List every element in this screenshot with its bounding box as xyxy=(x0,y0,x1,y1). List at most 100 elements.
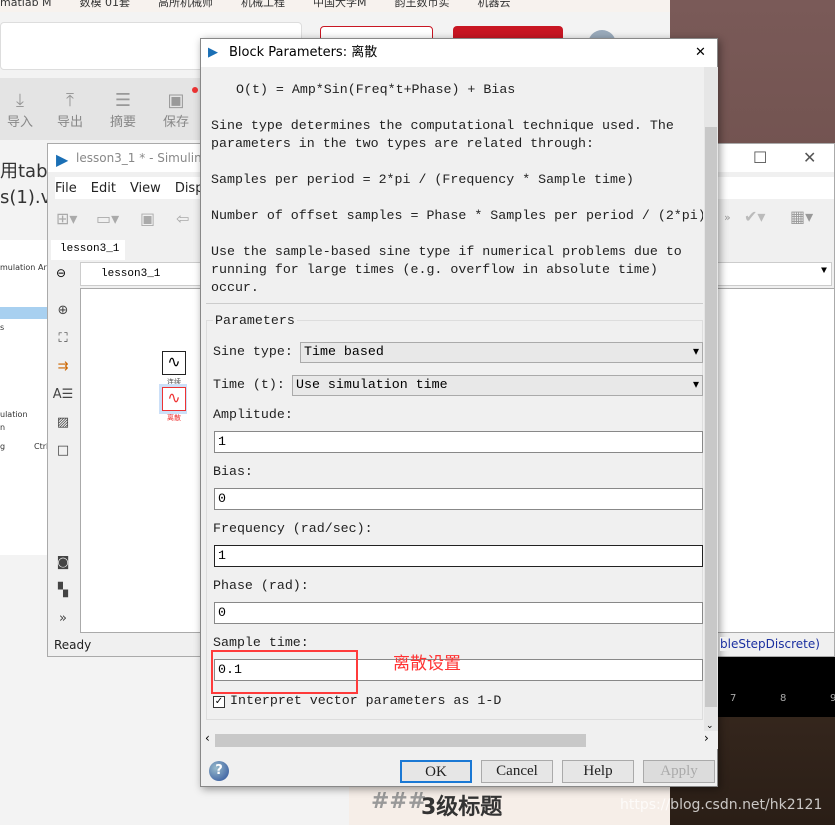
fit-view-icon[interactable]: ⛶ xyxy=(52,331,74,349)
solver-status[interactable]: bleStepDiscrete) xyxy=(720,637,820,651)
maximize-icon[interactable]: ☐ xyxy=(753,148,767,167)
bookmark[interactable]: 中国大学M xyxy=(313,0,367,9)
export-button[interactable]: ⤒ 导出 xyxy=(50,90,90,130)
summary-label: 摘要 xyxy=(109,115,136,130)
annotation-icon[interactable]: A☰ xyxy=(52,387,74,405)
sample-time-label: Sample time: xyxy=(213,635,309,650)
close-icon[interactable]: ✕ xyxy=(695,39,706,67)
frequency-input[interactable]: 1 xyxy=(214,545,703,567)
dialog-titlebar: ▶ Block Parameters: 离散 ✕ xyxy=(201,39,717,67)
description-text: Use the sample-based sine type if numeri… xyxy=(211,244,682,259)
scroll-thumb[interactable] xyxy=(705,127,717,707)
check-icon[interactable]: ✔▾ xyxy=(744,207,765,226)
bias-input[interactable]: 0 xyxy=(214,488,703,510)
status-text: Ready xyxy=(54,638,92,652)
selected-row[interactable] xyxy=(0,307,47,319)
description-text: parameters in the two types are related … xyxy=(211,136,595,151)
apply-button[interactable]: Apply xyxy=(643,760,715,783)
new-icon[interactable]: ⊞▾ xyxy=(56,209,77,228)
description-text: running for large times (e.g. overflow i… xyxy=(211,262,658,277)
signal-arrows-icon[interactable]: ⇉ xyxy=(52,359,74,377)
tab-lesson3-1[interactable]: lesson3_1 xyxy=(51,240,125,260)
summary-button[interactable]: ☰ 摘要 xyxy=(103,90,143,130)
dialog-title: Block Parameters: 离散 xyxy=(229,45,378,60)
description-text: Sine type determines the computational t… xyxy=(211,118,674,133)
window-title: lesson3_1 * - Simulink xyxy=(76,151,209,165)
close-icon[interactable]: ✕ xyxy=(803,148,816,167)
horizontal-scrollbar[interactable]: ‹ › xyxy=(201,731,718,749)
help-icon[interactable]: ? xyxy=(209,761,229,781)
camera-icon[interactable]: ◙ xyxy=(52,555,74,573)
sine-type-label: Sine type: xyxy=(213,344,293,359)
scroll-down-icon[interactable]: ⌄ xyxy=(706,721,714,731)
tick-label: 7 xyxy=(730,693,737,704)
export-icon: ⤒ xyxy=(66,90,74,111)
zoom-icon[interactable]: ⊕ xyxy=(52,303,74,321)
cancel-button[interactable]: Cancel xyxy=(481,760,553,783)
bookmark[interactable]: 机器云 xyxy=(478,0,511,9)
menu-view[interactable]: View xyxy=(130,181,161,196)
help-button[interactable]: Help xyxy=(562,760,634,783)
save-label: 保存 xyxy=(162,115,189,130)
more-icon[interactable]: » xyxy=(724,211,731,224)
interpret-checkbox[interactable]: ✓ xyxy=(213,696,225,708)
scroll-left-icon[interactable]: ‹ xyxy=(205,731,210,745)
continuous-sine-block[interactable]: ∿ xyxy=(162,351,186,375)
left-panel: mulation Ar s ulation n g Ctrl xyxy=(0,240,48,555)
save-button[interactable]: ▣ 保存 xyxy=(156,90,196,130)
menu-file[interactable]: File xyxy=(55,181,77,196)
watermark: https://blog.csdn.net/hk2121 xyxy=(620,797,823,813)
phase-input[interactable]: 0 xyxy=(214,602,703,624)
scroll-thumb[interactable] xyxy=(215,734,586,747)
editor-text: 用tab xyxy=(0,161,48,182)
block-parameters-dialog: ▶ Block Parameters: 离散 ✕ O(t) = Amp*Sin(… xyxy=(200,38,718,787)
tick-label: 8 xyxy=(780,693,787,704)
bookmark[interactable]: matlab M xyxy=(0,0,52,9)
save-icon[interactable]: ▣ xyxy=(140,209,155,228)
unsaved-dot xyxy=(192,87,198,93)
annotation-text: 离散设置 xyxy=(393,654,461,674)
import-button[interactable]: ⤓ 导入 xyxy=(0,90,40,130)
model-browser-icon[interactable]: ▚ xyxy=(52,583,74,601)
vertical-scrollbar[interactable]: ⌄ xyxy=(704,67,718,731)
import-label: 导入 xyxy=(6,115,33,130)
bookmark[interactable]: 韵王数币实 xyxy=(395,0,450,9)
menu-edit[interactable]: Edit xyxy=(91,181,116,196)
bookmark[interactable]: 机械工程 xyxy=(241,0,285,9)
simulink-icon: ▶ xyxy=(56,150,69,169)
block-label: 离散 xyxy=(167,414,181,422)
export-label: 导出 xyxy=(56,115,83,130)
phase-label: Phase (rad): xyxy=(213,578,309,593)
expand-icon[interactable]: » xyxy=(52,611,74,629)
tick-label: 9 xyxy=(830,693,835,704)
time-select[interactable]: Use simulation time xyxy=(292,375,703,396)
dropdown-arrow-icon[interactable]: ▼ xyxy=(821,266,827,277)
back-icon[interactable]: ⇦ xyxy=(176,209,189,228)
breadcrumb-label: lesson3_1 xyxy=(101,268,161,280)
description-text: occur. xyxy=(211,280,259,295)
amplitude-input[interactable]: 1 xyxy=(214,431,703,453)
image-icon[interactable]: ▨ xyxy=(52,415,74,433)
description-text: Samples per period = 2*pi / (Frequency *… xyxy=(211,172,634,187)
description-formula: O(t) = Amp*Sin(Freq*t+Phase) + Bias xyxy=(236,82,516,97)
panel-text: Ar xyxy=(38,263,47,272)
amplitude-label: Amplitude: xyxy=(213,407,293,422)
open-icon[interactable]: ▭▾ xyxy=(96,209,119,228)
area-icon[interactable]: □ xyxy=(52,443,74,461)
bookmark[interactable]: 高所机械师 xyxy=(158,0,213,9)
hide-browser-icon[interactable]: ⊖ xyxy=(56,266,66,280)
bookmark[interactable]: 数模 01套 xyxy=(80,0,131,9)
panel-text: ulation xyxy=(0,410,28,419)
import-icon: ⤓ xyxy=(16,90,24,111)
discrete-sine-block[interactable]: ∿ xyxy=(162,387,186,411)
panel-text: mulation xyxy=(0,263,36,272)
time-label: Time (t): xyxy=(213,377,285,392)
grid-icon[interactable]: ▦▾ xyxy=(790,207,813,226)
ok-button[interactable]: OK xyxy=(400,760,472,783)
scroll-right-icon[interactable]: › xyxy=(704,731,709,745)
sine-type-select[interactable]: Time based xyxy=(300,342,703,363)
group-label: Parameters xyxy=(213,313,297,328)
scope-plot: 7 8 9 xyxy=(710,657,835,717)
frequency-label: Frequency (rad/sec): xyxy=(213,521,373,536)
summary-icon: ☰ xyxy=(114,90,132,111)
